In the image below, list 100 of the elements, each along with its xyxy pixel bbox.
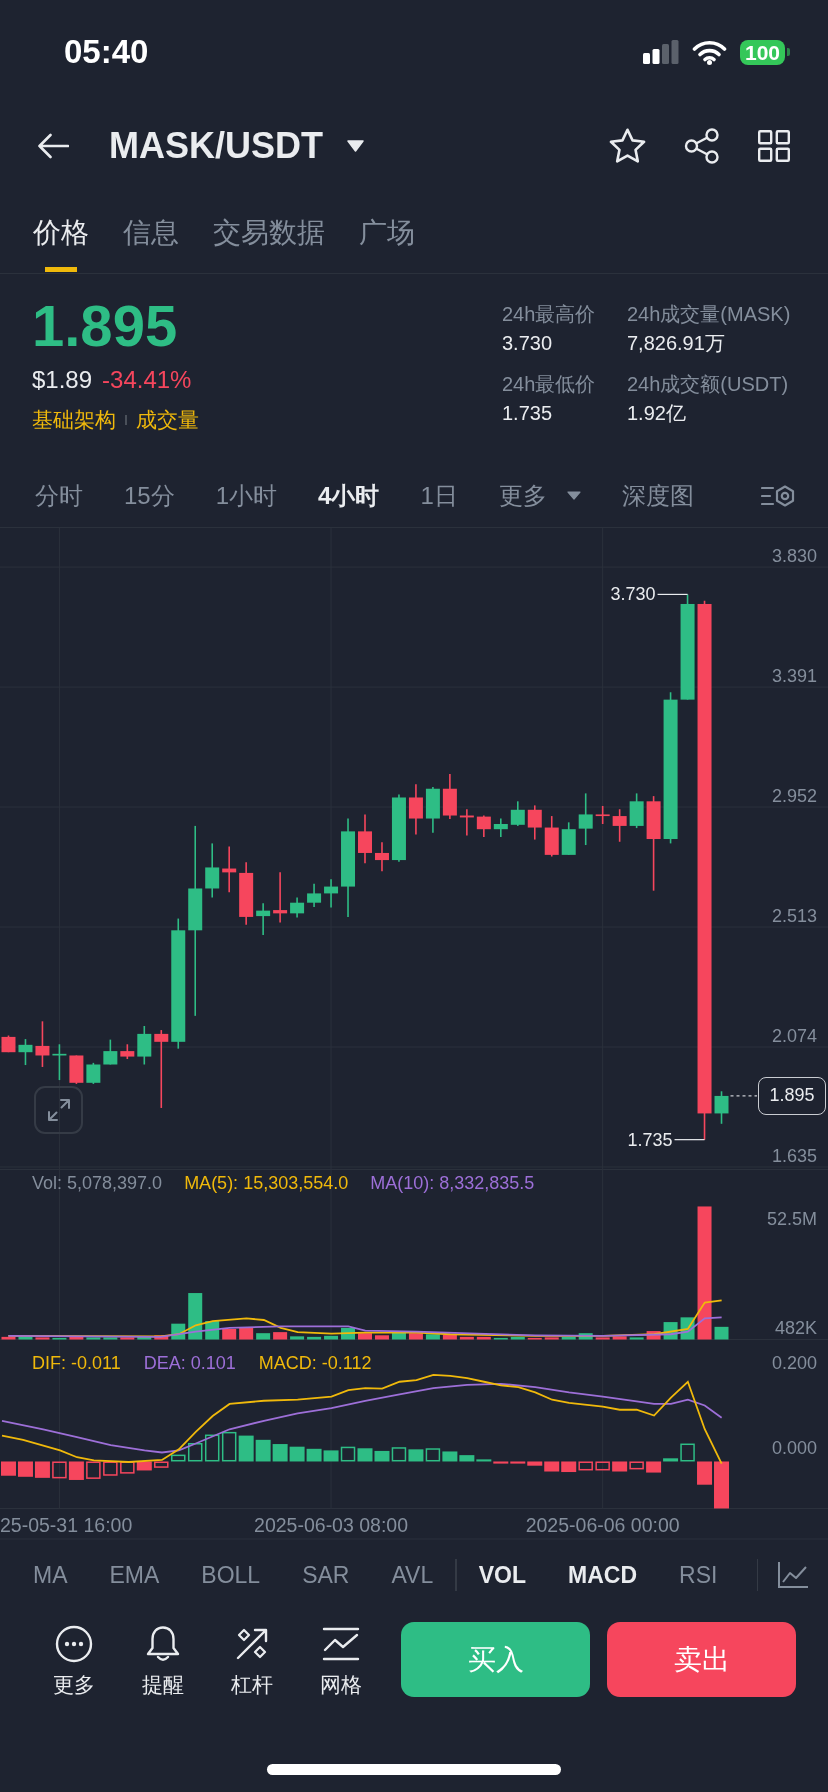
action-button[interactable]: 提醒 (121, 1622, 205, 1699)
stat-value: 7,826.91万 (627, 331, 725, 356)
volume-bar (103, 1337, 118, 1340)
interval-tab[interactable]: 15分 (124, 479, 175, 512)
buy-button[interactable]: 买入 (401, 1622, 590, 1697)
indicator-tab[interactable]: VOL (478, 1560, 527, 1590)
macd-bar (255, 1439, 271, 1462)
indicator-tab[interactable]: MA (33, 1560, 68, 1590)
candle (1, 1034, 16, 1053)
price-marker-label: 3.730 (610, 584, 656, 605)
time-axis-label: 2025-06-06 00:00 (525, 1514, 680, 1536)
interval-tab[interactable]: 1小时 (215, 479, 278, 512)
candle (307, 883, 322, 908)
interval-tab[interactable]: 深度图 (621, 479, 694, 512)
action-button[interactable]: 杠杆 (210, 1622, 294, 1699)
indicator-tab[interactable]: BOLL (201, 1560, 261, 1590)
legend-label: DIF: -0.011 (32, 1352, 121, 1374)
candle (35, 1020, 50, 1068)
interval-tab[interactable]: 分时 (35, 479, 83, 512)
volume-bar (646, 1331, 661, 1340)
caret-icon (566, 491, 581, 500)
volume-bar (375, 1335, 389, 1340)
macd-bar (120, 1461, 135, 1474)
volume-bar (188, 1293, 203, 1340)
tab[interactable]: 价格 (33, 188, 89, 273)
candle (358, 813, 372, 865)
interval-tab[interactable]: 1日 (420, 479, 458, 512)
indicator-tab[interactable]: AVL (391, 1560, 434, 1590)
volume-bar (137, 1336, 152, 1340)
interval-tab[interactable]: 更多 (498, 479, 581, 512)
expand-button[interactable] (34, 1086, 83, 1134)
volume-bar (578, 1333, 593, 1340)
volume-bar (290, 1336, 305, 1340)
macd-bar (306, 1448, 322, 1462)
battery-indicator: 100 (739, 39, 790, 65)
candle (425, 786, 440, 834)
macd-axis-label: 0.200 (771, 1353, 817, 1373)
macd-bar (221, 1431, 237, 1462)
category-tag[interactable]: 基础架构 (32, 406, 116, 434)
volume-bar (154, 1335, 169, 1340)
price-axis-label: 2.074 (771, 1026, 817, 1046)
last-price: 1.895 (32, 294, 178, 358)
share-icon[interactable] (684, 128, 720, 164)
usd-price: $1.89 (32, 365, 93, 395)
pair-selector[interactable]: MASK/USDT (109, 124, 364, 168)
time-axis-label: 25-05-31 16:00 (0, 1514, 133, 1536)
tab[interactable]: 交易数据 (213, 188, 325, 273)
indicator-tab[interactable]: EMA (109, 1560, 160, 1590)
candle (629, 792, 644, 829)
status-time: 05:40 (64, 32, 149, 72)
signal-icon (642, 40, 679, 64)
volume-bar (561, 1336, 576, 1340)
indicator-tab[interactable]: SAR (302, 1560, 350, 1590)
legend-label: MA(10): 8,332,835.5 (370, 1172, 535, 1194)
time-axis-label: 2025-06-03 08:00 (254, 1514, 409, 1536)
macd-bar (408, 1449, 424, 1462)
action-button[interactable]: 更多 (32, 1622, 116, 1699)
candle (375, 841, 389, 873)
macd-bar (136, 1461, 152, 1471)
category-tag[interactable]: 成交量 (136, 406, 199, 434)
candle (120, 1043, 135, 1060)
candle (578, 792, 593, 846)
candle (510, 800, 525, 827)
back-arrow-icon[interactable] (37, 133, 69, 159)
stat-label: 24h成交额(USDT) (627, 372, 789, 397)
stat-value: 1.92亿 (627, 401, 686, 426)
grid-icon[interactable] (758, 130, 790, 162)
volume-bar (442, 1334, 457, 1340)
volume-bar (510, 1336, 525, 1340)
macd-bar (323, 1450, 339, 1462)
candle (612, 808, 627, 843)
caret-icon (347, 140, 364, 152)
volume-bar (714, 1326, 729, 1340)
volume-bar (476, 1336, 491, 1340)
volume-bar (612, 1336, 627, 1340)
candle (442, 773, 457, 820)
volume-bar (629, 1337, 644, 1340)
tab[interactable]: 广场 (359, 188, 415, 273)
macd-bar (171, 1454, 186, 1462)
indicator-tab[interactable]: MACD (568, 1560, 638, 1590)
sell-button[interactable]: 卖出 (607, 1622, 796, 1697)
candle (86, 1062, 101, 1085)
price-axis-label: 1.635 (771, 1146, 817, 1166)
line-chart-icon[interactable] (778, 1562, 808, 1588)
leader-line (656, 593, 689, 595)
indicator-tab[interactable]: RSI (679, 1560, 718, 1590)
volume-bar (527, 1337, 542, 1340)
volume-bar (307, 1336, 322, 1340)
volume-bar (86, 1337, 101, 1340)
more-icon (55, 1625, 93, 1663)
candle (544, 815, 559, 858)
action-button[interactable]: 网格 (299, 1622, 383, 1699)
star-icon[interactable] (609, 128, 646, 164)
macd-bar (272, 1444, 288, 1462)
volume-bar (35, 1337, 50, 1340)
interval-tab[interactable]: 4小时 (318, 479, 380, 512)
legend-label: Vol: 5,078,397.0 (32, 1172, 163, 1194)
macd-bar (17, 1461, 33, 1477)
candle (391, 793, 406, 863)
tab[interactable]: 信息 (123, 188, 179, 273)
